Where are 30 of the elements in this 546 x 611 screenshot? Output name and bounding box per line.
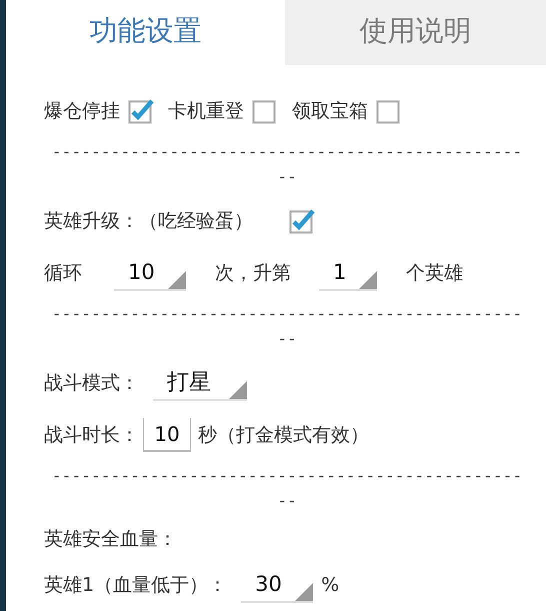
checkbox[interactable] [289,208,315,234]
checkbox[interactable] [252,98,278,124]
hero-upgrade-label: 英雄升级：（吃经验蛋） [44,209,253,234]
dropdown-triangle-icon [229,381,247,399]
loop-label: 循环 [44,261,82,286]
option-label: 领取宝箱 [292,99,368,124]
input-field[interactable]: 10 [143,418,191,452]
dropdown[interactable]: 10 [114,255,186,291]
dropdown-triangle-icon [295,583,314,601]
dropdown-triangle-icon [359,271,377,289]
battle-duration-label: 战斗时长： [44,423,139,448]
separator-text: ------------------------------------------------ -- [50,141,524,188]
dropdown[interactable]: 1 [319,255,377,291]
battle-duration-hint: 秒（打金模式有效） [198,423,369,448]
loop-label: 个英雄 [406,261,463,286]
option-label: 爆仓停挂 [44,99,120,124]
dropdown-triangle-icon [168,271,186,289]
dropdown[interactable]: 30 [241,567,314,603]
dropdown[interactable]: 打星 [153,365,247,401]
loop-label: 次，升第 [215,261,291,286]
safe-hp-title: 英雄安全血量： [44,527,177,552]
checkbox[interactable] [128,98,154,124]
checkbox[interactable] [376,98,402,124]
separator-text: ------------------------------------------------ -- [50,303,524,350]
percent-sign: % [321,574,340,596]
hero-hp-label: 英雄1（血量低于）： [44,573,228,598]
battle-mode-label: 战斗模式： [44,371,139,396]
separator-text: ------------------------------------------------ -- [50,465,524,512]
option-label: 卡机重登 [168,99,244,124]
tab[interactable]: 使用说明 [285,0,546,65]
